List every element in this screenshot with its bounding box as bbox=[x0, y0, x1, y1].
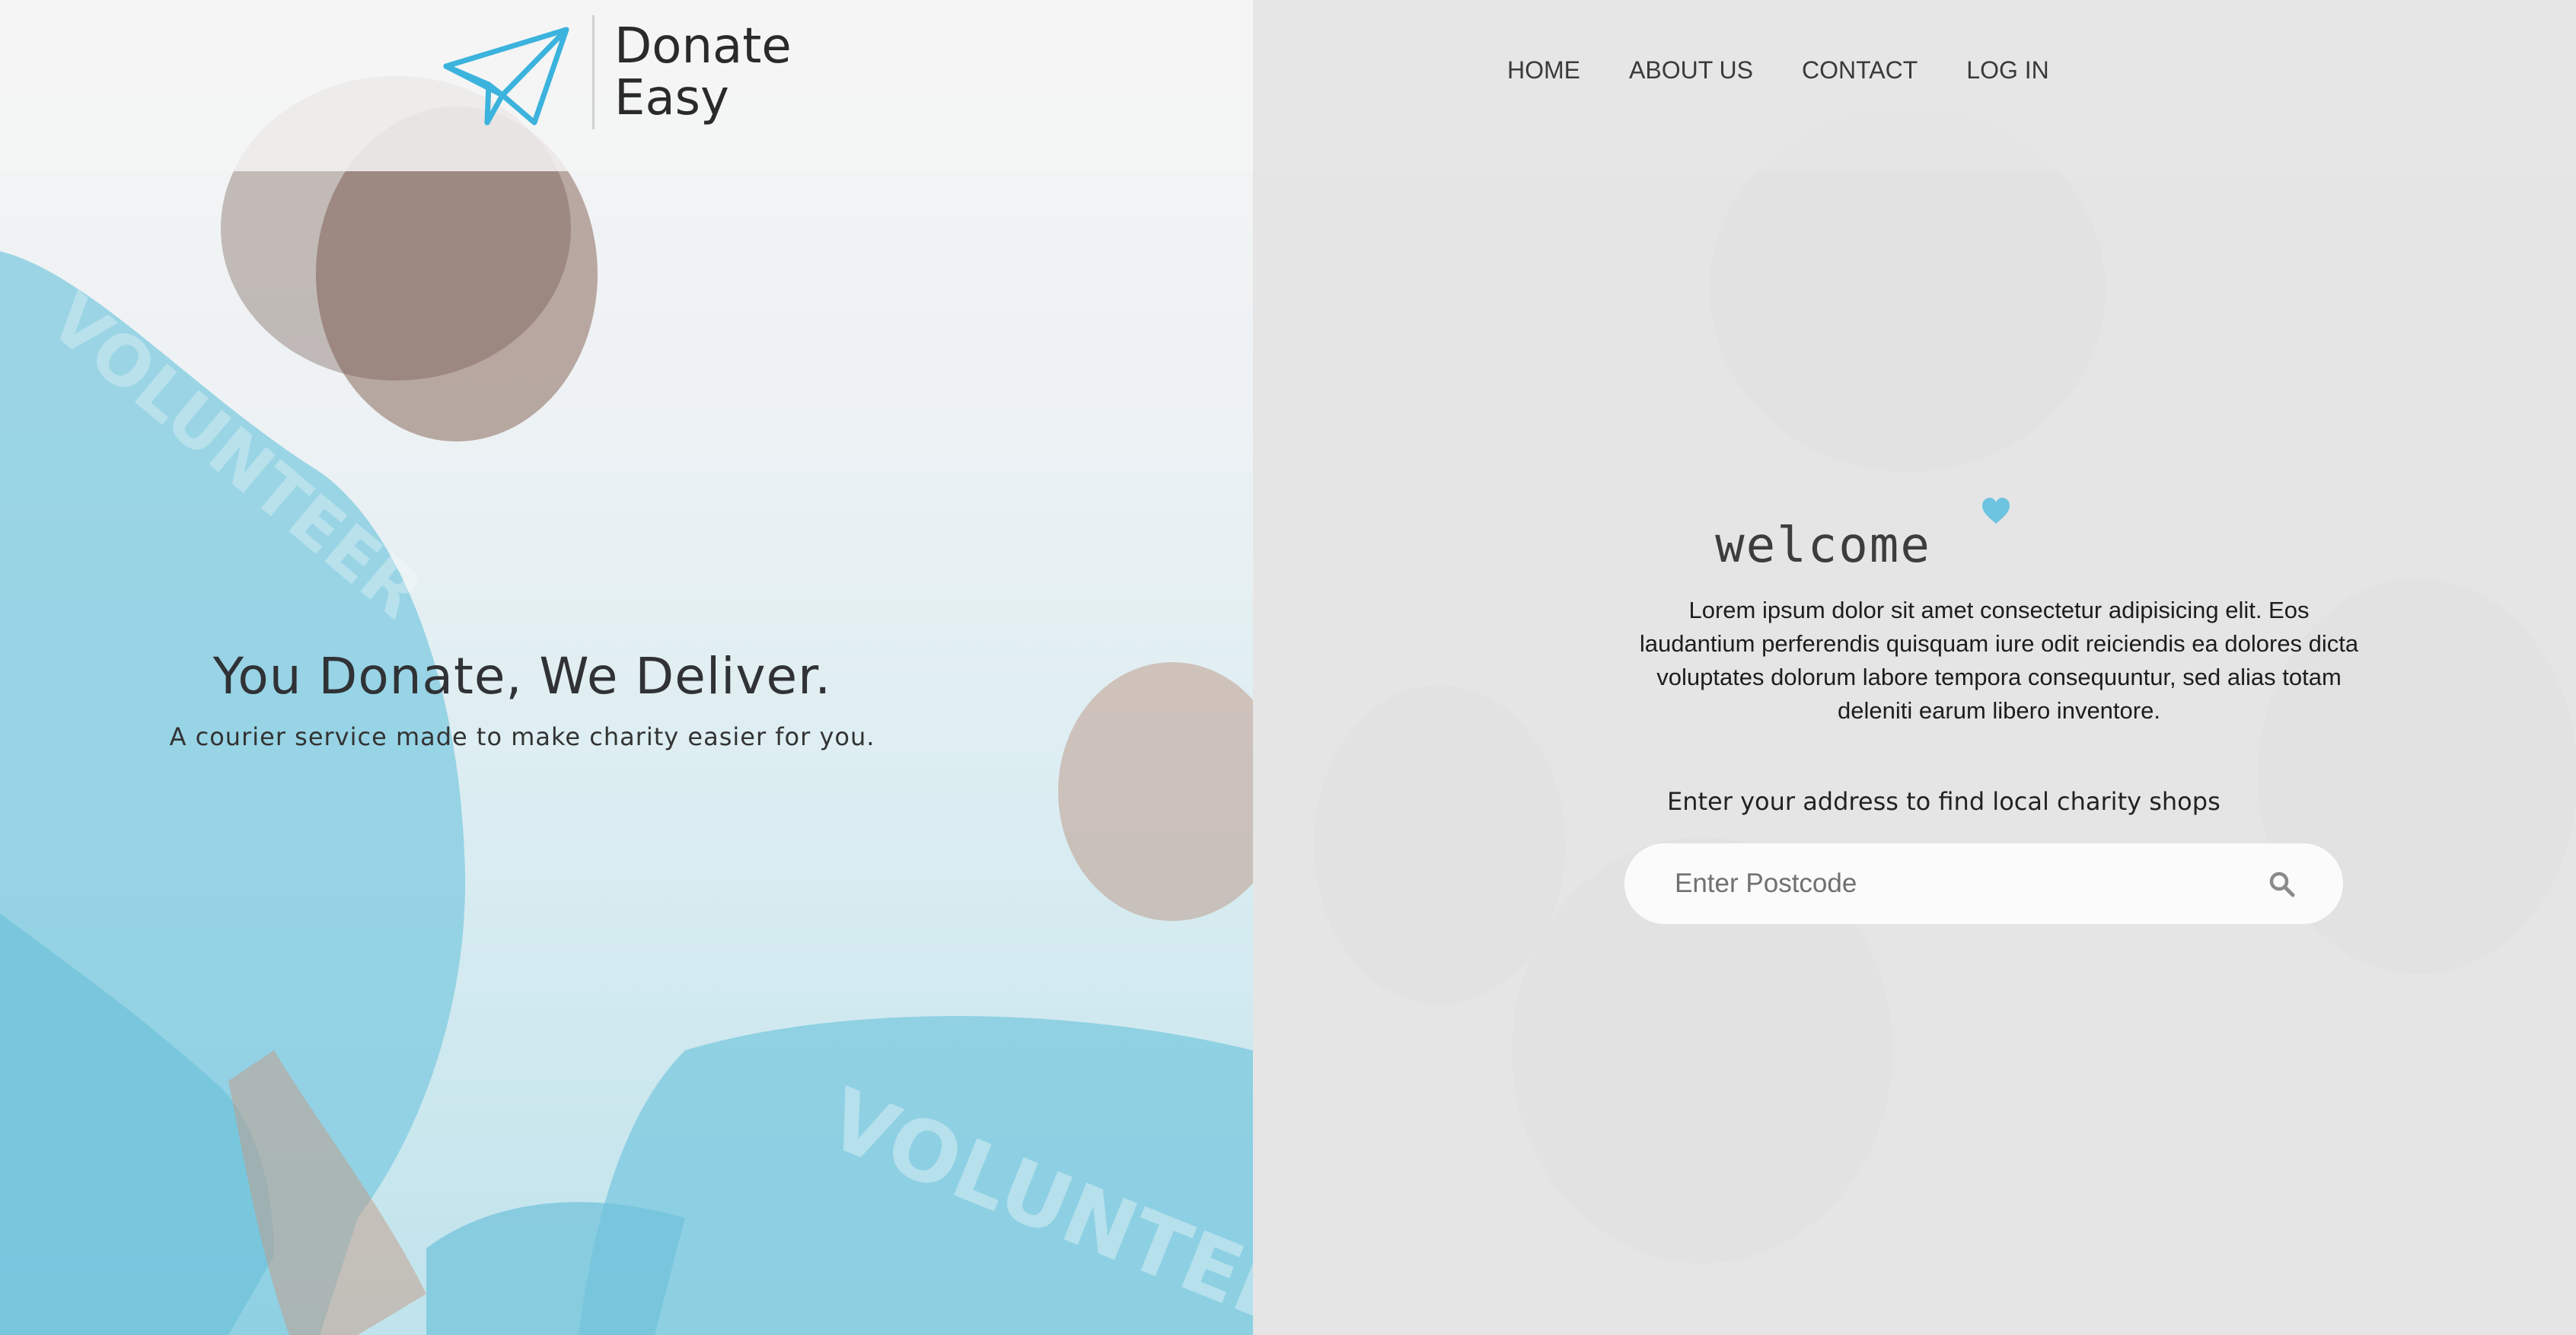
hero-panel: VOLUNTEE VOLUNTEER Donate Easy You Donat… bbox=[0, 0, 1253, 1335]
nav-about-us[interactable]: ABOUT US bbox=[1629, 56, 1753, 84]
postcode-search-bar bbox=[1624, 843, 2343, 924]
right-header-band bbox=[1253, 0, 2576, 171]
brand-logo[interactable]: Donate Easy bbox=[442, 15, 792, 129]
welcome-panel: HOME ABOUT US CONTACT LOG IN welcome Lor… bbox=[1253, 0, 2576, 1335]
brand-name: Donate Easy bbox=[614, 21, 792, 124]
nav-log-in[interactable]: LOG IN bbox=[1966, 56, 2048, 84]
welcome-heading: welcome bbox=[1715, 518, 1931, 574]
search-icon[interactable] bbox=[2268, 871, 2296, 898]
hero-text: You Donate, We Deliver. A courier servic… bbox=[0, 647, 1044, 751]
brand-line-2: Easy bbox=[614, 70, 729, 126]
postcode-input[interactable] bbox=[1673, 868, 2255, 900]
welcome-body: Lorem ipsum dolor sit amet consectetur a… bbox=[1639, 597, 2359, 724]
hero-title: You Donate, We Deliver. bbox=[212, 647, 832, 706]
hero-subtitle: A courier service made to make charity e… bbox=[169, 722, 875, 751]
paper-plane-icon bbox=[443, 27, 569, 126]
nav-home[interactable]: HOME bbox=[1507, 56, 1580, 84]
nav-contact[interactable]: CONTACT bbox=[1802, 56, 1918, 84]
background-ghost-face bbox=[1314, 685, 1565, 1005]
brand-line-1: Donate bbox=[614, 18, 792, 75]
search-label: Enter your address to find local charity… bbox=[1667, 787, 2221, 816]
logo-divider bbox=[592, 15, 595, 129]
main-nav: HOME ABOUT US CONTACT LOG IN bbox=[1507, 56, 2049, 84]
